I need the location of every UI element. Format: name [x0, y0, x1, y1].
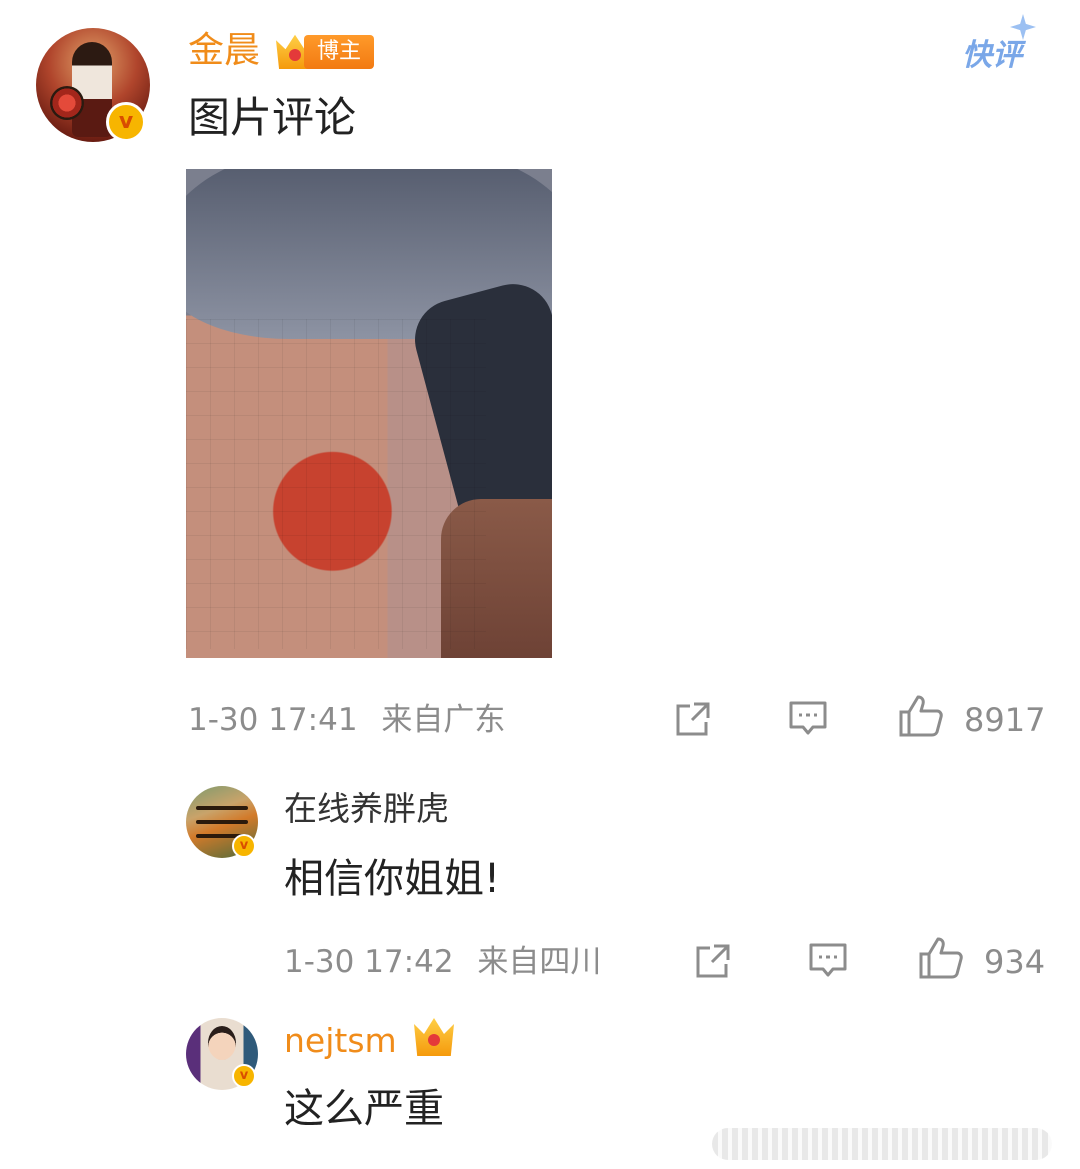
reply-username[interactable]: nejtsm — [284, 1020, 397, 1062]
comment-icon[interactable] — [788, 700, 828, 738]
share-icon[interactable] — [694, 942, 732, 980]
avatar-face — [208, 1026, 236, 1060]
share-icon[interactable] — [674, 700, 712, 738]
reply-text: 这么严重 — [284, 1086, 444, 1132]
comment-text: 图片评论 — [188, 93, 357, 142]
like-count: 8917 — [964, 701, 1046, 739]
username[interactable]: 金晨 — [188, 28, 260, 74]
kuaiping-label: 快评 — [962, 38, 1022, 73]
avatar-bouquet — [50, 86, 84, 120]
reply-text: 相信你姐姐! — [284, 856, 501, 902]
like-count: 934 — [984, 943, 1046, 981]
crown-icon — [414, 1018, 454, 1056]
verified-icon: v — [232, 834, 256, 858]
like-icon[interactable] — [898, 694, 944, 738]
reply-username[interactable]: 在线养胖虎 — [284, 788, 449, 830]
comment-icon[interactable] — [808, 942, 848, 980]
blogger-badge: 博主 — [304, 35, 374, 69]
comment-meta: 1-30 17:41 来自广东 — [188, 700, 505, 740]
comment-location: 来自广东 — [381, 702, 506, 738]
comment-image[interactable] — [186, 169, 552, 658]
photo-mosaic — [186, 319, 486, 649]
verified-icon: v — [232, 1064, 256, 1088]
reply-location: 来自四川 — [477, 944, 602, 980]
watermark — [712, 1128, 1052, 1160]
comment-time: 1-30 17:41 — [188, 702, 358, 738]
verified-icon: v — [106, 102, 146, 142]
like-icon[interactable] — [918, 936, 964, 980]
reply-meta: 1-30 17:42 来自四川 — [284, 942, 601, 982]
reply-time: 1-30 17:42 — [284, 944, 454, 980]
